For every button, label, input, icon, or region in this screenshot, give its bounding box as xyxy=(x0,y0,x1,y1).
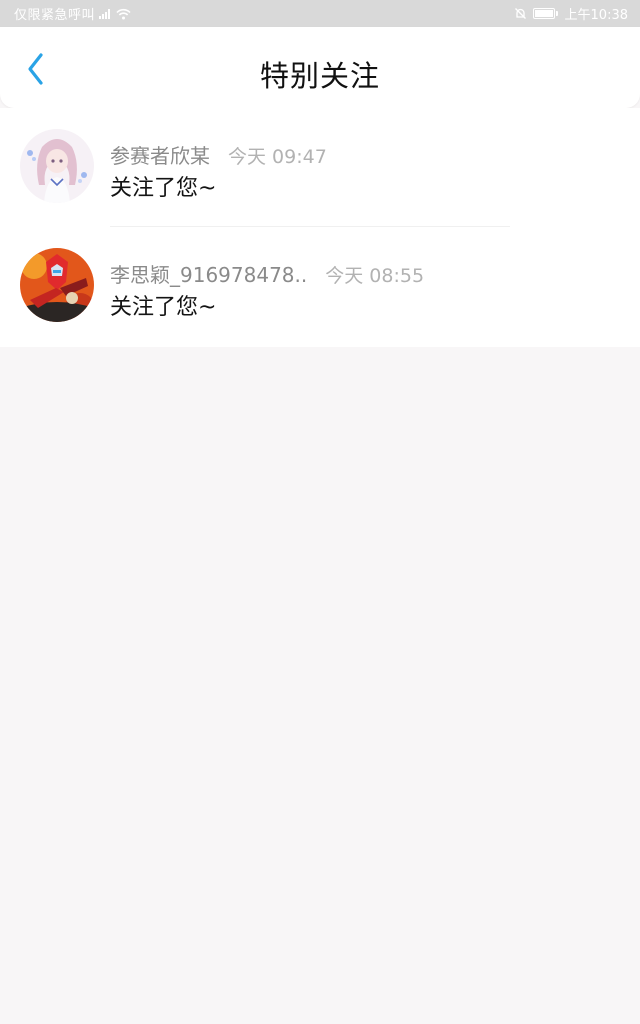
mute-icon xyxy=(514,8,526,19)
status-left: 仅限紧急呼叫 xyxy=(14,4,131,23)
item-username[interactable]: 李思颖_916978478.. xyxy=(110,259,307,288)
nav-bar: 特别关注 xyxy=(0,27,640,108)
item-time: 今天 08:55 xyxy=(325,265,425,287)
status-bar: 仅限紧急呼叫 上午10:38 xyxy=(0,0,640,27)
page-title: 特别关注 xyxy=(259,59,380,93)
avatar[interactable] xyxy=(20,129,94,203)
item-message: 关注了您~ xyxy=(110,295,217,320)
battery-icon xyxy=(532,8,558,19)
carrier-text: 仅限紧急呼叫 xyxy=(14,8,96,23)
item-username[interactable]: 参赛者欣某 xyxy=(110,140,210,169)
item-header: 参赛者欣某 今天 09:47 xyxy=(110,140,327,169)
item-header: 李思颖_916978478.. 今天 08:55 xyxy=(110,259,424,288)
list-item[interactable]: 李思颖_916978478.. 今天 08:55 关注了您~ xyxy=(0,227,640,346)
anime-girl-avatar-image xyxy=(20,129,94,203)
mecha-robot-avatar-image xyxy=(20,248,94,322)
wifi-icon xyxy=(116,8,131,19)
list-item[interactable]: 参赛者欣某 今天 09:47 关注了您~ xyxy=(0,108,640,227)
item-time: 今天 09:47 xyxy=(228,146,327,168)
avatar[interactable] xyxy=(20,248,94,322)
item-message: 关注了您~ xyxy=(110,176,217,201)
status-time: 上午10:38 xyxy=(564,8,628,23)
status-right: 上午10:38 xyxy=(514,4,628,23)
follow-list: 参赛者欣某 今天 09:47 关注了您~ 李思颖_916978478.. 今天 … xyxy=(0,108,640,347)
signal-icon xyxy=(99,8,111,19)
